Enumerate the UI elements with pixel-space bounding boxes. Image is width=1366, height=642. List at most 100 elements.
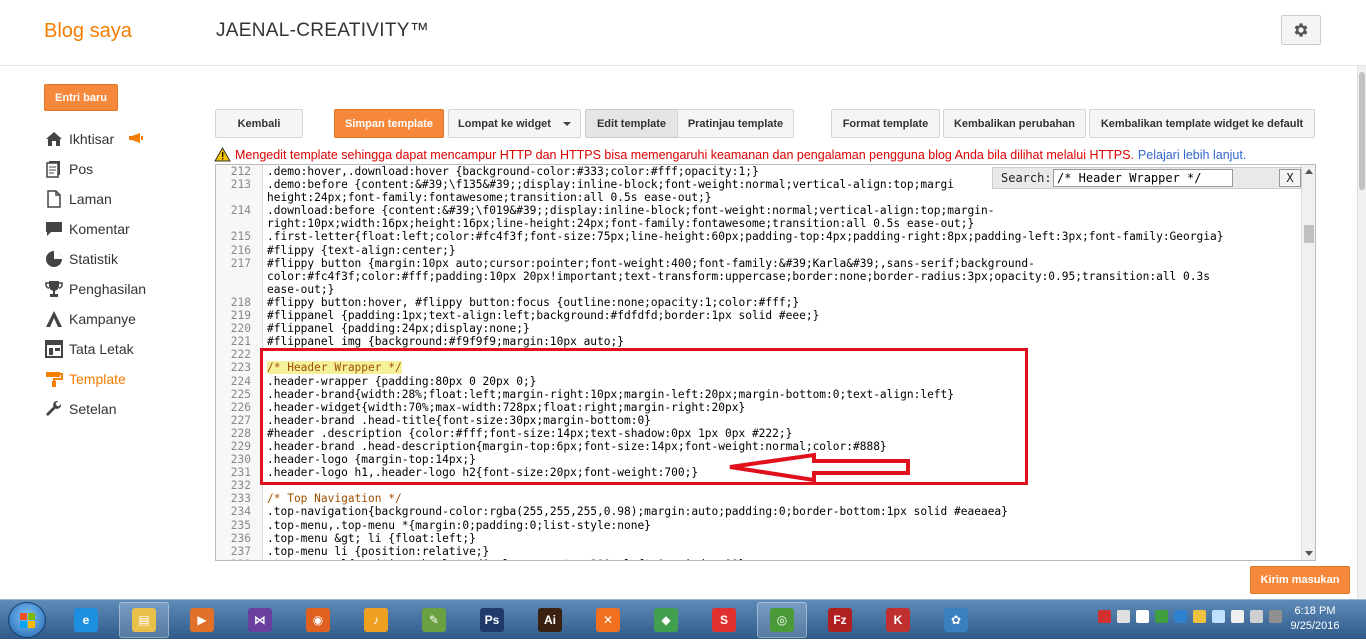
tray-icon[interactable]: [1250, 610, 1263, 623]
code-line[interactable]: 215 .first-letter{float:left;color:#fc4f3…: [216, 230, 1301, 243]
sidebar-item-pages[interactable]: Laman: [44, 184, 214, 214]
code-line[interactable]: 233 /* Top Navigation */: [216, 492, 1301, 505]
code-text[interactable]: right:10px;width:16px;height:16px;line-h…: [256, 217, 1301, 230]
close-search-button[interactable]: X: [1279, 169, 1301, 187]
code-line[interactable]: 219 #flippanel {padding:1px;text-align:le…: [216, 309, 1301, 322]
save-template-button[interactable]: Simpan template: [334, 109, 444, 138]
taskbar-app[interactable]: ▤: [119, 602, 169, 638]
scroll-up-icon[interactable]: [1305, 169, 1313, 174]
code-text[interactable]: #flippy button {margin:10px auto;cursor:…: [256, 257, 1301, 270]
sidebar-item-posts[interactable]: Pos: [44, 154, 214, 184]
page-scrollbar[interactable]: [1357, 66, 1366, 600]
tray-icon[interactable]: [1231, 610, 1244, 623]
blog-name[interactable]: JAENAL-CREATIVITY™: [216, 20, 429, 42]
back-button[interactable]: Kembali: [215, 109, 303, 138]
send-feedback-button[interactable]: Kirim masukan: [1250, 566, 1350, 594]
taskbar-app[interactable]: ◉: [293, 602, 343, 638]
taskbar-clock[interactable]: 6:18 PM 9/25/2016: [1285, 604, 1345, 634]
format-template-button[interactable]: Format template: [831, 109, 940, 138]
scroll-down-icon[interactable]: [1305, 551, 1313, 556]
code-line[interactable]: 221 #flippanel img {background:#f9f9f9;ma…: [216, 335, 1301, 348]
code-text[interactable]: #flippanel img {background:#f9f9f9;margi…: [256, 335, 1301, 348]
sidebar-item-layout[interactable]: Tata Letak: [44, 334, 214, 364]
code-line[interactable]: 220 #flippanel {padding:24px;display:none…: [216, 322, 1301, 335]
code-line[interactable]: 217 #flippy button {margin:10px auto;curs…: [216, 257, 1301, 270]
code-line[interactable]: 216 #flippy {text-align:center;}: [216, 244, 1301, 257]
code-text[interactable]: #flippanel {padding:24px;display:none;}: [256, 322, 1301, 335]
code-text[interactable]: #flippy button:hover, #flippy button:foc…: [256, 296, 1301, 309]
taskbar-app[interactable]: S: [699, 602, 749, 638]
code-line[interactable]: right:10px;width:16px;height:16px;line-h…: [216, 217, 1301, 230]
taskbar-app[interactable]: Fz: [815, 602, 865, 638]
sidebar-item-stats[interactable]: Statistik: [44, 244, 214, 274]
taskbar-app[interactable]: ♪: [351, 602, 401, 638]
search-input[interactable]: [1053, 169, 1233, 187]
sidebar-item-earnings[interactable]: Penghasilan: [44, 274, 214, 304]
code-text[interactable]: #flippy {text-align:center;}: [256, 244, 1301, 257]
code-text[interactable]: color:#fc4f3f;color:#fff;padding:10px 20…: [256, 270, 1301, 283]
taskbar-app[interactable]: ✿: [931, 602, 981, 638]
code-text[interactable]: .top-menu li {position:relative;}: [256, 545, 1301, 558]
taskbar-app[interactable]: ⋈: [235, 602, 285, 638]
preview-template-button[interactable]: Pratinjau template: [677, 109, 794, 138]
code-text[interactable]: .download:before {content:&#39;\f019&#39…: [256, 204, 1301, 217]
tray-icon[interactable]: [1117, 610, 1130, 623]
code-text[interactable]: .top-navigation{background-color:rgba(25…: [256, 505, 1301, 518]
taskbar-app[interactable]: Ps: [467, 602, 517, 638]
taskbar-app[interactable]: e: [61, 602, 111, 638]
taskbar-app[interactable]: Ai: [525, 602, 575, 638]
new-post-button[interactable]: Entri baru: [44, 84, 118, 111]
revert-widgets-button[interactable]: Kembalikan template widget ke default: [1089, 109, 1315, 138]
tray-icon[interactable]: [1193, 610, 1206, 623]
tray-icon[interactable]: [1155, 610, 1168, 623]
wrench-icon: [44, 399, 64, 419]
taskbar-app[interactable]: ✕: [583, 602, 633, 638]
taskbar-app[interactable]: ◎: [757, 602, 807, 638]
code-line[interactable]: 236 .top-menu &gt; li {float:left;}: [216, 532, 1301, 545]
code-line[interactable]: 218 #flippy button:hover, #flippy button:…: [216, 296, 1301, 309]
code-line[interactable]: 235 .top-menu,.top-menu *{margin:0;paddin…: [216, 519, 1301, 532]
sidebar-item-comments[interactable]: Komentar: [44, 214, 214, 244]
sidebar-item-template[interactable]: Template: [44, 364, 214, 394]
taskbar-app[interactable]: ✎: [409, 602, 459, 638]
code-text[interactable]: .top-menu &gt; li {float:left;}: [256, 532, 1301, 545]
code-text[interactable]: .first-letter{float:left;color:#fc4f3f;f…: [256, 230, 1301, 243]
code-text[interactable]: ease-out;}: [256, 283, 1301, 296]
sidebar-item-campaigns[interactable]: Kampanye: [44, 304, 214, 334]
learn-more-link[interactable]: Pelajari lebih lanjut.: [1138, 148, 1246, 162]
taskbar-app[interactable]: ▶: [177, 602, 227, 638]
settings-button[interactable]: [1281, 15, 1321, 45]
code-line[interactable]: ease-out;}: [216, 283, 1301, 296]
code-text[interactable]: #flippanel {padding:1px;text-align:left;…: [256, 309, 1301, 322]
code-text[interactable]: .top-menu,.top-menu *{margin:0;padding:0…: [256, 519, 1301, 532]
taskbar-app[interactable]: ◆: [641, 602, 691, 638]
code-line[interactable]: height:24px;font-family:fontawesome;tran…: [216, 191, 1301, 204]
code-text[interactable]: height:24px;font-family:fontawesome;tran…: [256, 191, 1301, 204]
sidebar-item-label: Kampanye: [69, 311, 136, 327]
tray-icon[interactable]: [1136, 610, 1149, 623]
scrollbar-thumb[interactable]: [1304, 225, 1314, 243]
jump-to-widget-dropdown[interactable]: Lompat ke widget: [448, 109, 581, 138]
code-text[interactable]: /* Top Navigation */: [256, 492, 1301, 505]
tray-icon[interactable]: [1174, 610, 1187, 623]
start-button[interactable]: [8, 602, 46, 638]
editor-scrollbar[interactable]: [1301, 165, 1315, 560]
tray-icon[interactable]: [1212, 610, 1225, 623]
top-bar: Blog saya JAENAL-CREATIVITY™: [0, 0, 1366, 66]
taskbar-app[interactable]: K: [873, 602, 923, 638]
blogger-brand[interactable]: Blog saya: [44, 20, 132, 43]
code-line[interactable]: 237 .top-menu li {position:relative;}: [216, 545, 1301, 558]
edit-template-button[interactable]: Edit template: [585, 109, 678, 138]
code-line[interactable]: 234 .top-navigation{background-color:rgba…: [216, 505, 1301, 518]
windows-taskbar: e ▤ ▶ ⋈ ◉ ♪ ✎ Ps Ai ✕ ◆ S ◎ Fz K ✿ 6:18 PM 9/25/2016: [0, 599, 1366, 639]
code-line[interactable]: 238 .top-menu ul{position:absolute;displa…: [216, 558, 1301, 560]
code-text[interactable]: .top-menu ul{position:absolute;display:n…: [256, 558, 1301, 560]
clock-time: 6:18 PM: [1294, 605, 1336, 617]
tray-icon[interactable]: [1098, 610, 1111, 623]
code-line[interactable]: 214 .download:before {content:&#39;\f019&…: [216, 204, 1301, 217]
revert-changes-button[interactable]: Kembalikan perubahan: [943, 109, 1086, 138]
sidebar-item-overview[interactable]: Ikhtisar: [44, 124, 214, 154]
tray-icon[interactable]: [1269, 610, 1282, 623]
sidebar-item-settings[interactable]: Setelan: [44, 394, 214, 424]
code-line[interactable]: color:#fc4f3f;color:#fff;padding:10px 20…: [216, 270, 1301, 283]
